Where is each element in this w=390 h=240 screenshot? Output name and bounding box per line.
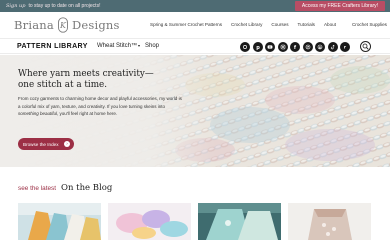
hero-body-main: From cozy garments to charming home deco…	[18, 96, 182, 109]
wheat-stitch-menu[interactable]: Wheat Stitch™▾	[97, 43, 140, 49]
chevron-down-icon: ▾	[138, 43, 141, 48]
logo-text-left: Briana	[14, 18, 54, 32]
blog-card-2[interactable]	[108, 203, 191, 240]
promo-bar: Sign up to stay up to date on all projec…	[0, 0, 390, 12]
svg-text:K: K	[59, 21, 67, 30]
hero-body-end: , you'll feel right at home here.	[57, 111, 118, 117]
pattern-library-link[interactable]: PATTERN LIBRARY	[17, 43, 88, 50]
threads-icon[interactable]	[240, 42, 250, 52]
tiktok-icon[interactable]	[327, 42, 338, 52]
nav-crochet-library[interactable]: Crochet Library	[231, 22, 262, 27]
wheat-stitch-label: Wheat Stitch™	[97, 43, 138, 49]
top-navigation: Spring & Summer Crochet Patterns Crochet…	[150, 22, 387, 27]
blog-card-image	[288, 203, 371, 240]
browse-index-label: Browse the Index	[23, 141, 59, 147]
nav-about[interactable]: About	[324, 22, 336, 27]
nav-tutorials[interactable]: Tutorials	[298, 22, 315, 27]
social-icons: p f f p r	[240, 42, 350, 52]
see-latest-label: see the latest	[18, 185, 57, 192]
site-logo[interactable]: Briana K Designs	[14, 15, 120, 35]
instagram-icon[interactable]	[277, 42, 288, 52]
secondary-navigation: PATTERN LIBRARY Wheat Stitch™▾ Shop p f …	[0, 38, 390, 54]
shop-link[interactable]: Shop	[145, 43, 159, 49]
svg-text:f: f	[294, 45, 297, 50]
search-icon	[362, 43, 369, 50]
svg-text:r: r	[344, 45, 347, 50]
facebook-icon[interactable]: f	[290, 42, 300, 52]
ravelry-icon[interactable]: r	[340, 42, 350, 52]
youtube-icon[interactable]	[265, 42, 275, 52]
pinterest-icon[interactable]: p	[252, 42, 263, 52]
hero-description: From cozy garments to charming home deco…	[18, 95, 183, 118]
blog-card-4[interactable]	[288, 203, 371, 240]
promo-text: to stay up to date on all projects!	[28, 3, 101, 9]
blog-heading: see the latest On the Blog	[18, 183, 112, 193]
arrow-right-icon: ›	[64, 141, 70, 147]
browse-index-button[interactable]: Browse the Index ›	[18, 138, 74, 150]
blog-title: On the Blog	[61, 183, 113, 193]
pinterest-icon[interactable]: p	[315, 42, 325, 52]
search-button[interactable]	[360, 41, 371, 52]
blog-card-image	[108, 203, 191, 240]
blog-card-image	[18, 203, 101, 240]
blog-card-image	[198, 203, 281, 240]
logo-text-right: Designs	[71, 18, 120, 32]
hero-title: Where yarn meets creativity—one stitch a…	[18, 69, 154, 90]
hero-body-emphasis: something beautiful	[18, 111, 58, 117]
signup-link[interactable]: Sign up	[6, 3, 25, 9]
svg-text:p: p	[256, 45, 260, 50]
nav-courses[interactable]: Courses	[271, 22, 288, 27]
blog-card-3[interactable]	[198, 203, 281, 240]
facebook-icon[interactable]: f	[302, 42, 313, 52]
blog-cards	[18, 203, 371, 240]
logo-emblem-icon: K	[55, 17, 71, 33]
crafters-library-button[interactable]: Access my FREE Crafters Library!	[295, 1, 385, 11]
nav-crochet-supplies[interactable]: Crochet Supplies	[352, 22, 387, 27]
svg-text:p: p	[319, 45, 322, 49]
site-header: Briana K Designs Spring & Summer Crochet…	[0, 12, 390, 38]
nav-spring-summer-patterns[interactable]: Spring & Summer Crochet Patterns	[150, 22, 222, 27]
hero-banner: Where yarn meets creativity—one stitch a…	[0, 55, 390, 167]
blog-card-1[interactable]	[18, 203, 101, 240]
